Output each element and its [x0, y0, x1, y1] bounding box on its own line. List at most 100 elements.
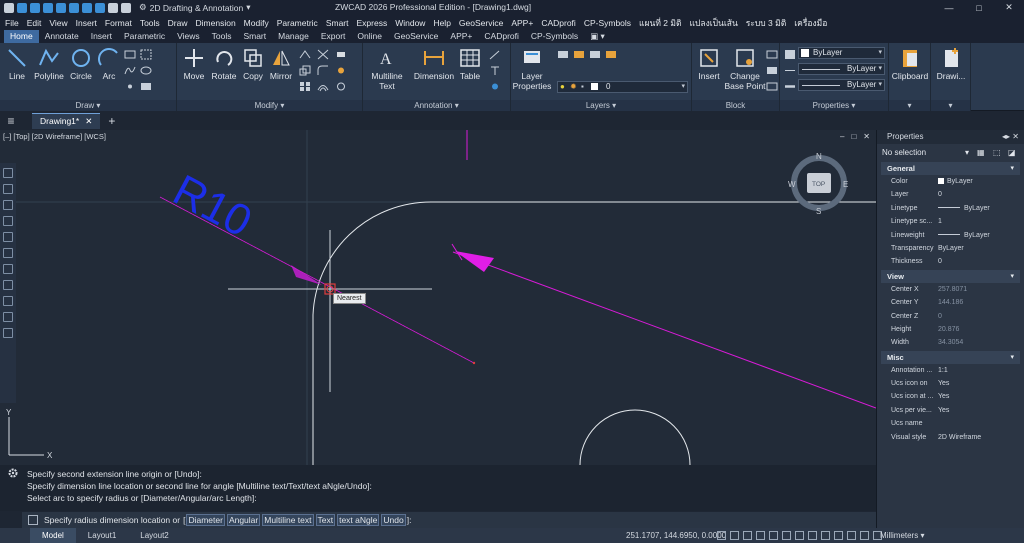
ribbon-tab[interactable]: CADprofi [478, 30, 524, 43]
qp-toggle-icon[interactable] [847, 531, 856, 540]
tool-icon-9[interactable] [3, 296, 13, 306]
linetype-icon[interactable] [784, 65, 796, 76]
menu-item[interactable]: เครื่องมือ [794, 16, 827, 30]
layout-tab-model[interactable]: Model [30, 528, 76, 543]
clipboard-button[interactable]: Clipboard [891, 47, 929, 81]
ribbon-tab[interactable]: Annotate [39, 30, 85, 43]
property-value[interactable]: 34.3054 [938, 336, 963, 349]
text-style-icon[interactable] [489, 65, 501, 76]
undo-icon[interactable] [108, 2, 118, 13]
menu-item[interactable]: Modify [244, 18, 269, 28]
viewport-controls-label[interactable]: [–] [Top] [2D Wireframe] [WCS] [3, 132, 106, 141]
property-value[interactable]: Yes [938, 404, 949, 417]
property-row[interactable]: Width 34.3054 [881, 336, 1020, 349]
clipboard-group-title[interactable]: ▾ [889, 100, 930, 111]
property-row[interactable]: Transparency ByLayer [881, 242, 1020, 255]
menu-item[interactable]: Express [356, 18, 387, 28]
command-line-input[interactable]: Specify radius dimension location or [ D… [22, 512, 876, 528]
menu-item[interactable]: Format [105, 18, 132, 28]
menu-item[interactable]: GeoService [459, 18, 503, 28]
arc-button[interactable]: Arc [98, 47, 120, 81]
property-row[interactable]: Ucs name [881, 417, 1020, 430]
publish-icon[interactable] [95, 2, 105, 13]
ducs-toggle-icon[interactable] [795, 531, 804, 540]
menu-item[interactable]: Help [433, 18, 450, 28]
option-text-angle[interactable]: text aNgle [337, 514, 380, 526]
properties-section-header[interactable]: General ▾ [881, 162, 1020, 175]
option-diameter[interactable]: Diameter [186, 514, 225, 526]
property-row[interactable]: Height 20.876 [881, 323, 1020, 336]
menu-item[interactable]: Parametric [277, 18, 318, 28]
menu-item[interactable]: แผนที่ 2 มิติ [639, 16, 681, 30]
layer-state-icon[interactable] [557, 49, 569, 60]
polyline-button[interactable]: Polyline [34, 47, 64, 81]
ribbon-tab[interactable]: Parametric [118, 30, 171, 43]
circle-button[interactable]: Circle [68, 47, 94, 81]
properties-section-header[interactable]: Misc ▾ [881, 350, 1020, 364]
copy-button[interactable]: Copy [241, 47, 265, 81]
spline-icon[interactable] [124, 65, 136, 76]
modify-group-title[interactable]: Modify ▾ [177, 100, 362, 111]
scale-icon[interactable] [299, 65, 311, 76]
property-row[interactable]: Center Y 144.186 [881, 296, 1020, 309]
property-value[interactable]: 1:1 [938, 364, 948, 377]
lwt-toggle-icon[interactable] [821, 531, 830, 540]
viewport-minimize-button[interactable]: – [840, 132, 844, 141]
menu-item[interactable]: File [5, 18, 19, 28]
view-cube-top-label[interactable]: TOP [812, 181, 825, 188]
properties-group-title[interactable]: Properties ▾ [780, 100, 888, 111]
compass-south[interactable]: S [816, 207, 821, 216]
layout-tab-layout2[interactable]: Layout2 [128, 528, 180, 543]
tool-icon-4[interactable] [3, 216, 13, 226]
ribbon-tab[interactable]: Home [4, 30, 39, 43]
lineweight-icon[interactable] [784, 81, 796, 92]
new-drawing-button[interactable]: Drawi... [933, 47, 969, 81]
property-value[interactable]: 0 [938, 255, 942, 268]
ribbon-tab[interactable]: Tools [206, 30, 238, 43]
menu-item[interactable]: CP-Symbols [584, 18, 631, 28]
otrack-toggle-icon[interactable] [782, 531, 791, 540]
menu-item[interactable]: View [49, 18, 67, 28]
maximize-button[interactable]: □ [964, 0, 994, 15]
view-cube[interactable]: TOP N S E W [788, 152, 848, 216]
property-row[interactable]: Layer 0 [881, 188, 1020, 201]
tool-icon-2[interactable] [3, 184, 13, 194]
tool-icon-1[interactable] [3, 168, 13, 178]
new-tab-button[interactable]: + [108, 114, 115, 128]
insert-block-button[interactable]: Insert [696, 47, 722, 81]
viewport-maximize-button[interactable]: □ [851, 132, 856, 141]
grid-toggle-icon[interactable] [717, 531, 726, 540]
close-icon[interactable]: ✕ [85, 116, 92, 127]
polar-toggle-icon[interactable] [756, 531, 765, 540]
file-tab-drawing1[interactable]: Drawing1* ✕ [32, 112, 101, 129]
hamburger-menu-icon[interactable]: ≡ [0, 114, 22, 128]
property-value[interactable]: ByLayer [938, 242, 964, 255]
property-row[interactable]: Linetype ByLayer [881, 202, 1020, 215]
menu-item[interactable]: APP+ [511, 18, 533, 28]
property-value[interactable]: Yes [938, 377, 949, 390]
menu-item[interactable]: CADprofi [541, 18, 575, 28]
tool-icon-5[interactable] [3, 232, 13, 242]
match-properties-icon[interactable] [784, 49, 796, 60]
property-row[interactable]: Center X 257.8071 [881, 283, 1020, 296]
quick-select-icon[interactable]: ▦ [977, 144, 985, 161]
app-logo-icon[interactable] [4, 2, 14, 13]
block-create-icon[interactable] [766, 65, 778, 76]
units-selector[interactable]: Millimeters ▾ [880, 531, 924, 540]
block-attribute-icon[interactable] [766, 81, 778, 92]
redo-icon[interactable] [121, 2, 131, 13]
tool-icon-10[interactable] [3, 312, 13, 322]
ribbon-tab-options-icon[interactable]: ▣ ▾ [584, 30, 611, 43]
tool-icon-3[interactable] [3, 200, 13, 210]
option-text[interactable]: Text [315, 514, 336, 526]
ribbon-tab[interactable]: Manage [272, 30, 315, 43]
save-as-icon[interactable] [56, 2, 66, 13]
ortho-toggle-icon[interactable] [743, 531, 752, 540]
ribbon-tab[interactable]: APP+ [444, 30, 478, 43]
join-icon[interactable] [335, 81, 347, 92]
tool-icon-7[interactable] [3, 264, 13, 274]
menu-item[interactable]: Tools [140, 18, 160, 28]
ribbon-tab[interactable]: Online [351, 30, 388, 43]
rectangle-icon[interactable] [124, 49, 136, 60]
property-value[interactable]: 0 [938, 310, 942, 323]
